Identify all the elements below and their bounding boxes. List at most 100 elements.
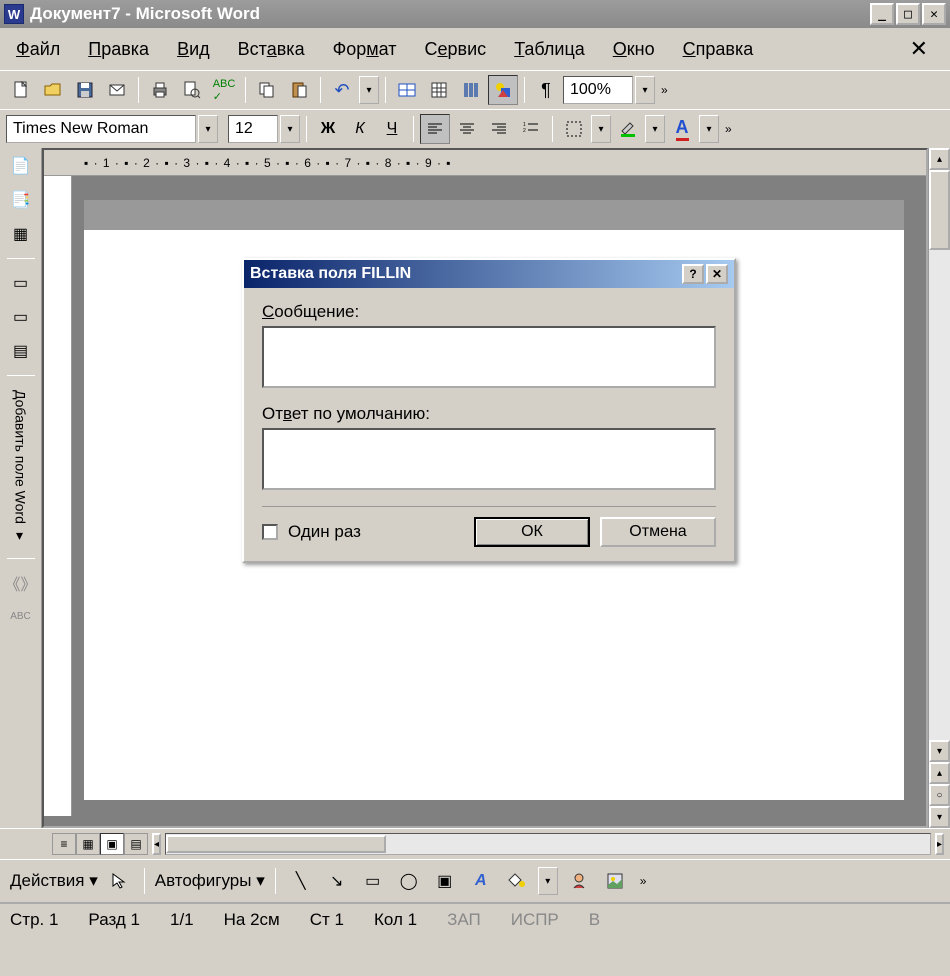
side-btn-3[interactable]: ▦ [6, 220, 36, 248]
message-input[interactable] [262, 326, 716, 388]
font-name-dropdown[interactable]: ▾ [198, 115, 218, 143]
side-btn-abc[interactable]: ABC [6, 603, 36, 631]
spellcheck-button[interactable]: ABC✓ [209, 75, 239, 105]
align-right-button[interactable] [484, 114, 514, 144]
scroll-down-button[interactable]: ▾ [929, 740, 950, 762]
side-btn-5[interactable]: ▭ [6, 303, 36, 331]
font-size-input[interactable]: 12 [228, 115, 278, 143]
side-btn-2[interactable]: 📑 [6, 186, 36, 214]
menu-file[interactable]: Файл [16, 39, 60, 60]
view-web-button[interactable]: ▦ [76, 833, 100, 855]
font-color-button[interactable]: А [667, 114, 697, 144]
menu-tools[interactable]: Сервис [425, 39, 487, 60]
menu-help[interactable]: Справка [683, 39, 754, 60]
toolbar-more-1[interactable]: » [657, 83, 672, 97]
hscroll-left-button[interactable]: ◂ [152, 833, 161, 855]
menu-insert[interactable]: Вставка [238, 39, 305, 60]
default-input[interactable] [262, 428, 716, 490]
once-checkbox[interactable] [262, 524, 278, 540]
browse-prev-button[interactable]: ▴ [929, 762, 950, 784]
drawbar-more[interactable]: » [636, 874, 651, 888]
dialog-help-button[interactable]: ? [682, 264, 704, 284]
open-button[interactable] [38, 75, 68, 105]
add-word-field-button[interactable]: Добавить поле Word ▾ [13, 386, 29, 548]
drawing-button[interactable] [488, 75, 518, 105]
align-center-button[interactable] [452, 114, 482, 144]
zoom-value[interactable]: 100% [563, 76, 633, 104]
cancel-button[interactable]: Отмена [600, 517, 716, 547]
horizontal-ruler[interactable]: ▪ · 1 · ▪ · 2 · ▪ · 3 · ▪ · 4 · ▪ · 5 · … [44, 150, 926, 176]
close-button[interactable]: ✕ [922, 3, 946, 25]
minimize-button[interactable]: _ [870, 3, 894, 25]
toolbar-more-2[interactable]: » [721, 122, 736, 136]
vertical-ruler[interactable] [44, 176, 72, 816]
columns-button[interactable] [456, 75, 486, 105]
paste-button[interactable] [284, 75, 314, 105]
font-color-dropdown[interactable]: ▾ [699, 115, 719, 143]
fill-color-button[interactable] [502, 866, 532, 896]
dialog-close-button[interactable]: ✕ [706, 264, 728, 284]
excel-button[interactable] [424, 75, 454, 105]
oval-button[interactable]: ◯ [394, 866, 424, 896]
save-button[interactable] [70, 75, 100, 105]
highlight-button[interactable] [613, 114, 643, 144]
new-doc-button[interactable] [6, 75, 36, 105]
zoom-dropdown[interactable]: ▾ [635, 76, 655, 104]
textbox-button[interactable]: ▣ [430, 866, 460, 896]
border-button[interactable] [559, 114, 589, 144]
fill-color-dropdown[interactable]: ▾ [538, 867, 558, 895]
view-outline-button[interactable]: ▤ [124, 833, 148, 855]
select-arrow-button[interactable] [104, 866, 134, 896]
paragraph-marks-button[interactable]: ¶ [531, 75, 561, 105]
print-button[interactable] [145, 75, 175, 105]
close-document-button[interactable]: ✕ [904, 36, 934, 62]
clip-art-button[interactable] [564, 866, 594, 896]
underline-button[interactable]: Ч [377, 114, 407, 144]
hscroll-thumb[interactable] [166, 835, 386, 853]
font-size-dropdown[interactable]: ▾ [280, 115, 300, 143]
copy-button[interactable] [252, 75, 282, 105]
hscroll-right-button[interactable]: ▸ [935, 833, 944, 855]
italic-button[interactable]: К [345, 114, 375, 144]
menu-table[interactable]: Таблица [514, 39, 585, 60]
maximize-button[interactable]: □ [896, 3, 920, 25]
status-rec: ЗАП [447, 910, 481, 930]
view-normal-button[interactable]: ≡ [52, 833, 76, 855]
view-print-button[interactable]: ▣ [100, 833, 124, 855]
mail-button[interactable] [102, 75, 132, 105]
side-btn-6[interactable]: ▤ [6, 337, 36, 365]
autoshapes-menu[interactable]: Автофигуры ▾ [155, 871, 265, 891]
undo-dropdown[interactable]: ▾ [359, 76, 379, 104]
border-dropdown[interactable]: ▾ [591, 115, 611, 143]
menu-view[interactable]: Вид [177, 39, 210, 60]
numbered-list-button[interactable]: 12 [516, 114, 546, 144]
browse-object-button[interactable]: ○ [929, 784, 950, 806]
align-left-button[interactable] [420, 114, 450, 144]
scroll-thumb[interactable] [929, 170, 950, 250]
font-name-input[interactable]: Times New Roman [6, 115, 196, 143]
side-btn-1[interactable]: 📄 [6, 152, 36, 180]
menu-format[interactable]: Формат [333, 39, 397, 60]
arrow-button[interactable]: ↘ [322, 866, 352, 896]
preview-button[interactable] [177, 75, 207, 105]
table-button[interactable] [392, 75, 422, 105]
menu-window[interactable]: Окно [613, 39, 655, 60]
line-button[interactable]: ╲ [286, 866, 316, 896]
dialog-title-bar[interactable]: Вставка поля FILLIN ? ✕ [244, 260, 734, 288]
insert-image-button[interactable] [600, 866, 630, 896]
actions-menu[interactable]: Действия ▾ [10, 871, 98, 891]
formatting-toolbar: Times New Roman ▾ 12 ▾ Ж К Ч 12 ▾ ▾ А ▾ … [0, 109, 950, 148]
side-btn-4[interactable]: ▭ [6, 269, 36, 297]
ok-button[interactable]: ОК [474, 517, 590, 547]
wordart-button[interactable]: A [466, 866, 496, 896]
scroll-up-button[interactable]: ▴ [929, 148, 950, 170]
menu-edit[interactable]: Правка [88, 39, 149, 60]
vertical-scrollbar[interactable]: ▴ ▾ ▴ ○ ▾ [928, 148, 950, 828]
rectangle-button[interactable]: ▭ [358, 866, 388, 896]
browse-next-button[interactable]: ▾ [929, 806, 950, 828]
bold-button[interactable]: Ж [313, 114, 343, 144]
horizontal-scrollbar[interactable] [165, 833, 931, 855]
highlight-dropdown[interactable]: ▾ [645, 115, 665, 143]
side-btn-nav[interactable]: 《》 [6, 569, 36, 597]
undo-button[interactable]: ↶ [327, 75, 357, 105]
